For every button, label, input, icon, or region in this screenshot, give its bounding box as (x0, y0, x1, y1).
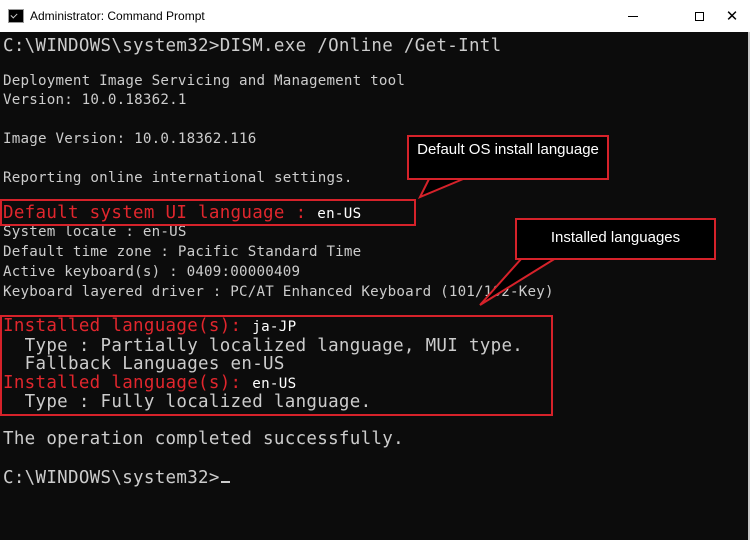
callout-arrows (417, 176, 560, 306)
default-os-arrow (417, 176, 469, 199)
installed-languages-arrow (479, 257, 560, 306)
command-prompt-window: Administrator: Command Prompt ✕ C:\WINDO… (0, 0, 750, 544)
default-os-callout: Default OS install language (407, 135, 609, 180)
installed-languages-callout: Installed languages (515, 218, 716, 260)
